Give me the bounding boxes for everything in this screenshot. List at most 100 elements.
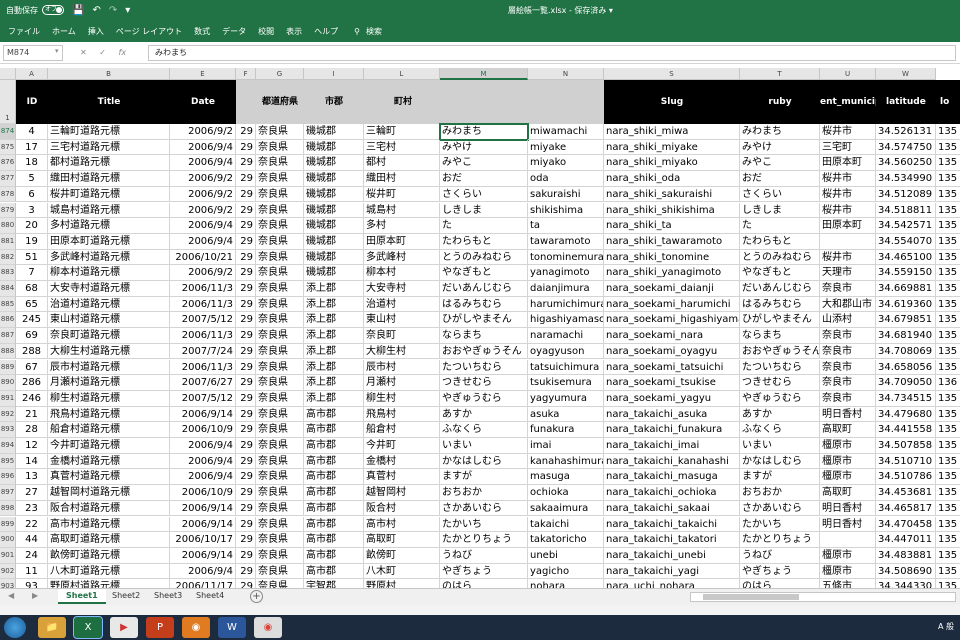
table-cell[interactable]: さかあいむら (740, 500, 820, 517)
table-cell[interactable]: 城島村道路元標 (48, 202, 170, 219)
table-cell[interactable]: 畝傍町道路元標 (48, 547, 170, 564)
table-cell[interactable]: 奈良県 (256, 579, 304, 588)
insert-function-icon[interactable]: fx (119, 48, 127, 57)
table-cell[interactable]: 奈良県 (256, 485, 304, 501)
table-cell[interactable]: 多武峰村道路元標 (48, 249, 170, 266)
table-cell[interactable]: つきせむら (440, 375, 528, 391)
table-cell[interactable]: 2006/9/4 (170, 469, 236, 486)
table-cell[interactable]: asuka (528, 406, 604, 423)
row-header-1[interactable]: 1 (0, 80, 16, 124)
table-cell[interactable]: かなはしむら (740, 453, 820, 470)
table-cell[interactable]: 34.542571 (876, 218, 936, 234)
table-cell[interactable]: 27 (16, 485, 48, 501)
column-header-I[interactable]: I (304, 68, 364, 80)
table-cell[interactable]: 辰市村道路元標 (48, 359, 170, 376)
row-header[interactable]: 885 (0, 296, 16, 313)
table-cell[interactable]: ならまち (440, 328, 528, 344)
table-cell[interactable]: 34.534990 (876, 171, 936, 187)
table-cell[interactable]: 三輪町 (364, 124, 440, 140)
row-header[interactable]: 877 (0, 171, 16, 187)
table-cell[interactable]: さくらい (440, 186, 528, 203)
column-header-F[interactable]: F (236, 68, 256, 80)
table-cell[interactable]: nara_takaichi_kanahashi (604, 453, 740, 470)
table-cell[interactable]: 奈良市 (820, 343, 876, 360)
header-cell[interactable]: Slug (604, 80, 740, 124)
table-cell[interactable]: nara_soekami_higashiyama (604, 312, 740, 329)
table-cell[interactable]: 51 (16, 249, 48, 266)
table-cell[interactable]: 奈良県 (256, 438, 304, 454)
table-cell[interactable]: 2006/9/4 (170, 218, 236, 234)
table-cell[interactable]: 飛鳥村道路元標 (48, 406, 170, 423)
table-cell[interactable]: 柳本村道路元標 (48, 265, 170, 281)
table-cell[interactable]: higashiyamason (528, 312, 604, 329)
table-cell[interactable]: 245 (16, 312, 48, 329)
table-cell[interactable]: やぎゅうむら (740, 390, 820, 407)
table-cell[interactable]: nara_shiki_miyake (604, 139, 740, 156)
table-cell[interactable]: 飛鳥村 (364, 406, 440, 423)
table-cell[interactable]: nara_shiki_tonomine (604, 249, 740, 266)
table-cell[interactable]: shikishima (528, 202, 604, 219)
table-cell[interactable] (820, 233, 876, 250)
table-cell[interactable]: 磯城郡 (304, 218, 364, 234)
table-cell[interactable]: 大安寺村 (364, 281, 440, 297)
table-cell[interactable]: 山添村 (820, 312, 876, 329)
windows-start-icon[interactable] (4, 617, 26, 638)
table-cell[interactable]: 34.441558 (876, 422, 936, 438)
name-box[interactable]: M874 (3, 45, 63, 61)
table-cell[interactable]: yagyumura (528, 390, 604, 407)
table-cell[interactable]: 船倉村 (364, 422, 440, 438)
chrome-icon[interactable]: ◉ (254, 617, 282, 638)
header-cell[interactable] (236, 80, 256, 124)
table-cell[interactable]: 高市郡 (304, 453, 364, 470)
table-cell[interactable]: 2006/9/4 (170, 233, 236, 250)
table-cell[interactable]: 高市村道路元標 (48, 516, 170, 533)
table-cell[interactable]: ふなくら (740, 422, 820, 438)
table-cell[interactable]: 大安寺村道路元標 (48, 281, 170, 297)
table-cell[interactable]: とうのみねむら (440, 249, 528, 266)
table-cell[interactable]: 磯城郡 (304, 265, 364, 281)
table-cell[interactable]: nara_takaichi_funakura (604, 422, 740, 438)
table-cell[interactable]: 磯城郡 (304, 171, 364, 187)
table-cell[interactable]: 柳本村 (364, 265, 440, 281)
table-cell[interactable]: 135 (936, 171, 960, 187)
column-header-E[interactable]: E (170, 68, 236, 80)
table-cell[interactable]: 月瀬村道路元標 (48, 375, 170, 391)
tab-review[interactable]: 校閲 (258, 26, 274, 37)
tab-insert[interactable]: 挿入 (88, 26, 104, 37)
table-cell[interactable]: 奈良市 (820, 359, 876, 376)
table-cell[interactable]: 奈良県 (256, 406, 304, 423)
header-cell[interactable] (440, 80, 528, 124)
table-cell[interactable]: 磯城郡 (304, 139, 364, 156)
table-cell[interactable]: 29 (236, 186, 256, 203)
table-cell[interactable]: た (740, 218, 820, 234)
table-cell[interactable]: 辰市村 (364, 359, 440, 376)
table-cell[interactable]: 奈良県 (256, 202, 304, 219)
table-cell[interactable]: 都村 (364, 155, 440, 172)
table-cell[interactable]: 大和郡山市 (820, 296, 876, 313)
table-cell[interactable]: nara_soekami_tsukise (604, 375, 740, 391)
table-cell[interactable]: 34.560250 (876, 155, 936, 172)
table-cell[interactable]: 29 (236, 516, 256, 533)
table-cell[interactable]: 奈良県 (256, 218, 304, 234)
table-cell[interactable]: 高市郡 (304, 532, 364, 548)
table-cell[interactable]: 桜井市 (820, 202, 876, 219)
table-cell[interactable]: 大柳生村道路元標 (48, 343, 170, 360)
row-header[interactable]: 876 (0, 155, 16, 172)
table-cell[interactable]: 34.708069 (876, 343, 936, 360)
media-player-icon[interactable]: ▶ (110, 617, 138, 638)
table-cell[interactable]: 高市郡 (304, 406, 364, 423)
table-cell[interactable]: tsukisemura (528, 375, 604, 391)
autosave-toggle[interactable]: オフ (42, 5, 64, 15)
table-cell[interactable]: 34.526131 (876, 124, 936, 140)
table-cell[interactable]: 29 (236, 406, 256, 423)
table-cell[interactable]: 246 (16, 390, 48, 407)
table-cell[interactable]: 2007/5/12 (170, 390, 236, 407)
table-cell[interactable]: ひがしやまそん (440, 312, 528, 329)
table-cell[interactable]: 野原村 (364, 579, 440, 588)
column-header-T[interactable]: T (740, 68, 820, 80)
table-cell[interactable]: みわまち (740, 124, 820, 140)
sheet-tab-1[interactable]: Sheet1 (58, 589, 106, 604)
column-header-L[interactable]: L (364, 68, 440, 80)
table-cell[interactable]: 高市郡 (304, 516, 364, 533)
row-header[interactable]: 881 (0, 233, 16, 250)
